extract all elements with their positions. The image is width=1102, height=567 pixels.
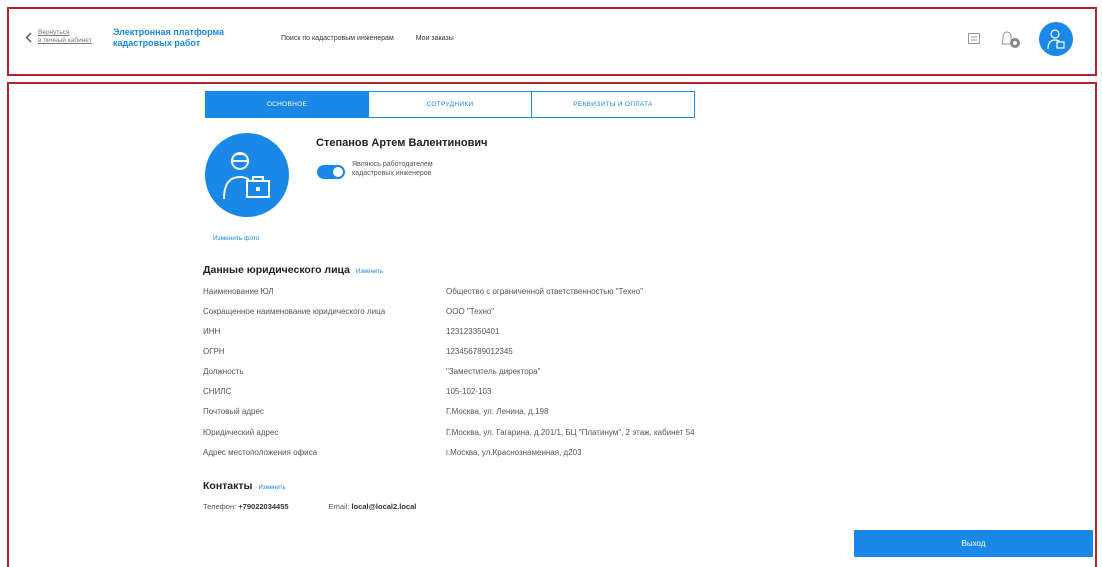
content-frame [7, 82, 1097, 567]
back-link-text: Вернуться в личный кабинет [38, 29, 92, 44]
field-value: г.Москва, ул.Краснознаменная, д203 [446, 448, 582, 457]
nav-my-orders[interactable]: Мои заказы [416, 35, 454, 42]
tab-employees[interactable]: СОТРУДНИКИ [369, 92, 532, 117]
contacts-row: Телефон: +79022034455 Email: local@local… [203, 502, 456, 511]
bell-icon[interactable] [999, 29, 1021, 49]
nav-search-engineers[interactable]: Поиск по кадастровым инженерам [281, 35, 394, 42]
top-nav: Поиск по кадастровым инженерам Мои заказ… [281, 35, 476, 42]
email-label: Email: [328, 502, 350, 511]
tab-main[interactable]: ОСНОВНОЕ [206, 92, 369, 117]
email-item: Email: local@local2.local [329, 502, 417, 511]
legal-section-title: Данные юридического лица Изменить [203, 264, 383, 276]
back-link[interactable]: Вернуться в личный кабинет [25, 29, 100, 45]
field-label: Адрес местоположения офиса [203, 448, 318, 457]
email-value: local@local2.local [351, 502, 417, 511]
legal-edit-link[interactable]: Изменить [356, 269, 383, 275]
phone-item: Телефон: +79022034455 [203, 502, 289, 511]
legal-row: Адрес местоположения офиса г.Москва, ул.К… [203, 448, 582, 460]
field-label: Почтовый адрес [203, 407, 264, 416]
legal-title-text: Данные юридического лица [203, 264, 350, 276]
header-icons [949, 22, 1073, 56]
legal-row: Должность "Заместитель директора" [203, 367, 540, 379]
tab-requisites[interactable]: РЕКВИЗИТЫ И ОПЛАТА [532, 92, 694, 117]
field-value: "Заместитель директора" [446, 367, 541, 376]
field-label: ИНН [203, 327, 221, 336]
employer-toggle[interactable] [317, 165, 345, 179]
profile-tabs: ОСНОВНОЕ СОТРУДНИКИ РЕКВИЗИТЫ И ОПЛАТА [205, 91, 695, 118]
contacts-section-title: Контакты Изменить [203, 480, 286, 492]
legal-row: ИНН 123123350401 [203, 327, 499, 339]
change-photo-link[interactable]: Изменить фото [213, 235, 259, 242]
field-value: 123123350401 [446, 327, 500, 336]
legal-row: Юридический адрес Г.Москва, ул. Гагарина,… [203, 428, 695, 440]
user-avatar-icon[interactable] [1039, 22, 1073, 56]
field-value: ООО "Техно" [446, 307, 495, 316]
contacts-title-text: Контакты [203, 480, 253, 492]
profile-avatar[interactable] [205, 133, 289, 217]
field-label: Должность [203, 367, 244, 376]
field-value: Г.Москва, ул. Ленина, д.198 [446, 407, 549, 416]
legal-row: Наименование ЮЛ Общество с ограниченной о… [203, 287, 643, 299]
legal-row: СНИЛС 105-102-103 [203, 387, 491, 399]
field-value: 105-102-103 [446, 387, 492, 396]
phone-label: Телефон: [203, 502, 237, 511]
field-value: Г.Москва, ул. Гагарина, д.201/1, БЦ "Пла… [446, 428, 695, 437]
field-value: 123456789012345 [446, 347, 513, 356]
employer-icon [223, 152, 270, 200]
field-label: Наименование ЮЛ [203, 287, 274, 296]
field-label: Сокращенное наименование юридического ли… [203, 307, 386, 316]
brand-title[interactable]: Электронная платформа кадастровых работ [113, 27, 253, 49]
field-label: Юридический адрес [203, 428, 279, 437]
phone-value: +79022034455 [238, 502, 289, 511]
exit-button[interactable]: Выход [854, 530, 1093, 557]
field-label: ОГРН [203, 347, 225, 356]
header: Вернуться в личный кабинет Электронная п… [7, 7, 1097, 76]
chevron-left-icon [25, 32, 32, 42]
employer-toggle-label: Являюсь работодателем кадастровых инжене… [352, 161, 433, 177]
field-value: Общество с ограниченной ответственностью… [446, 287, 643, 296]
contacts-edit-link[interactable]: Изменить [259, 485, 286, 491]
field-label: СНИЛС [203, 387, 232, 396]
legal-row: ОГРН 123456789012345 [203, 347, 513, 359]
legal-row: Почтовый адрес Г.Москва, ул. Ленина, д.19… [203, 407, 548, 419]
legal-row: Сокращенное наименование юридического ли… [203, 307, 494, 319]
person-name: Степанов Артем Валентинович [316, 137, 488, 149]
toggle-knob [333, 167, 343, 177]
message-icon[interactable] [967, 32, 981, 46]
